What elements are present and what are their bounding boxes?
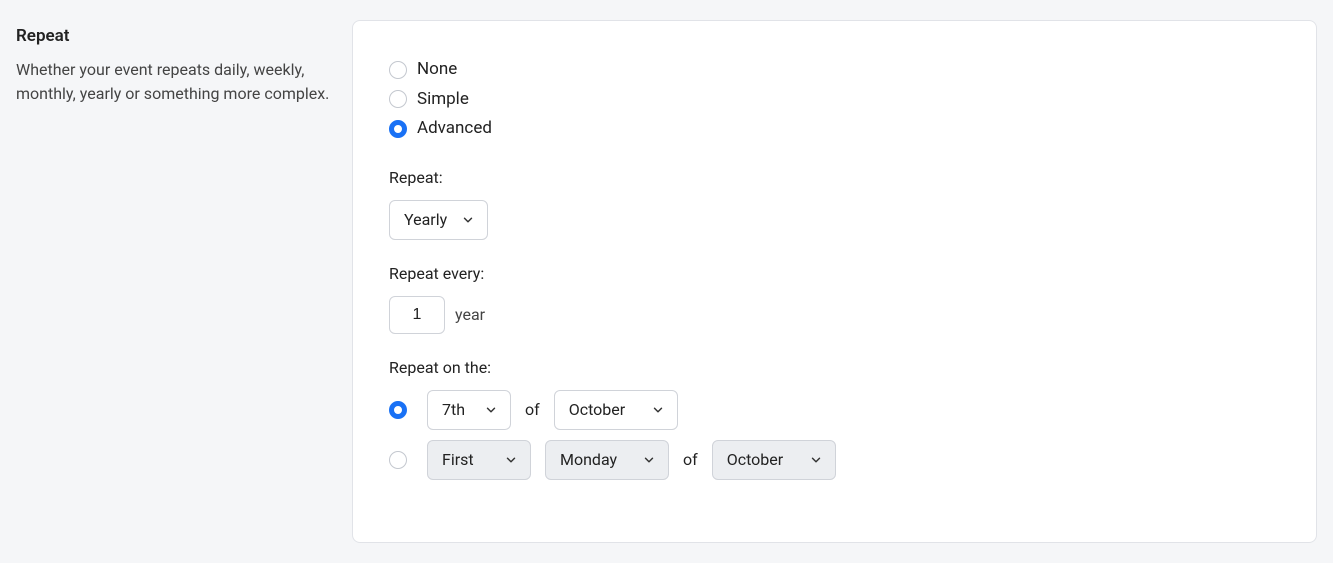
settings-sidebar: Repeat Whether your event repeats daily,… <box>16 20 336 543</box>
radio-icon <box>389 90 407 108</box>
chevron-down-icon <box>461 213 475 227</box>
section-description: Whether your event repeats daily, weekly… <box>16 58 336 106</box>
chevron-down-icon <box>809 453 823 467</box>
repeat-frequency-block: Repeat: Yearly <box>389 166 1280 240</box>
repeat-every-label: Repeat every: <box>389 262 1280 286</box>
chevron-down-icon <box>642 453 656 467</box>
radio-icon <box>389 120 407 138</box>
repeat-on-month-select-alt[interactable]: October <box>712 440 836 480</box>
radio-label: Simple <box>417 87 469 113</box>
repeat-mode-simple[interactable]: Simple <box>389 87 1280 113</box>
select-value: First <box>442 448 474 472</box>
repeat-mode-none[interactable]: None <box>389 57 1280 83</box>
repeat-on-ordinal-select[interactable]: First <box>427 440 531 480</box>
repeat-every-unit: year <box>455 303 485 327</box>
repeat-frequency-label: Repeat: <box>389 166 1280 190</box>
chevron-down-icon <box>651 403 665 417</box>
repeat-on-label: Repeat on the: <box>389 356 1280 380</box>
repeat-on-option-date[interactable]: 7th of October <box>389 390 1280 430</box>
select-value: Monday <box>560 448 617 472</box>
repeat-on-option-weekday[interactable]: First Monday of October <box>389 440 1280 480</box>
radio-label: Advanced <box>417 116 492 142</box>
repeat-on-day-select[interactable]: 7th <box>427 390 511 430</box>
select-value: October <box>569 398 625 422</box>
repeat-every-block: Repeat every: year <box>389 262 1280 334</box>
of-text: of <box>683 448 698 472</box>
radio-icon <box>389 61 407 79</box>
radio-label: None <box>417 57 457 83</box>
repeat-on-block: Repeat on the: 7th of October First <box>389 356 1280 480</box>
repeat-frequency-select[interactable]: Yearly <box>389 200 488 240</box>
repeat-panel: None Simple Advanced Repeat: Yearly Repe… <box>352 20 1317 543</box>
select-value: Yearly <box>404 208 447 232</box>
section-title: Repeat <box>16 24 336 50</box>
radio-icon <box>389 451 407 469</box>
chevron-down-icon <box>484 403 498 417</box>
select-value: 7th <box>442 398 465 422</box>
chevron-down-icon <box>504 453 518 467</box>
repeat-mode-advanced[interactable]: Advanced <box>389 116 1280 142</box>
select-value: October <box>727 448 783 472</box>
repeat-on-weekday-select[interactable]: Monday <box>545 440 669 480</box>
of-text: of <box>525 398 540 422</box>
repeat-mode-group: None Simple Advanced <box>389 57 1280 142</box>
repeat-every-input[interactable] <box>389 296 445 334</box>
repeat-on-month-select[interactable]: October <box>554 390 678 430</box>
radio-icon <box>389 401 407 419</box>
